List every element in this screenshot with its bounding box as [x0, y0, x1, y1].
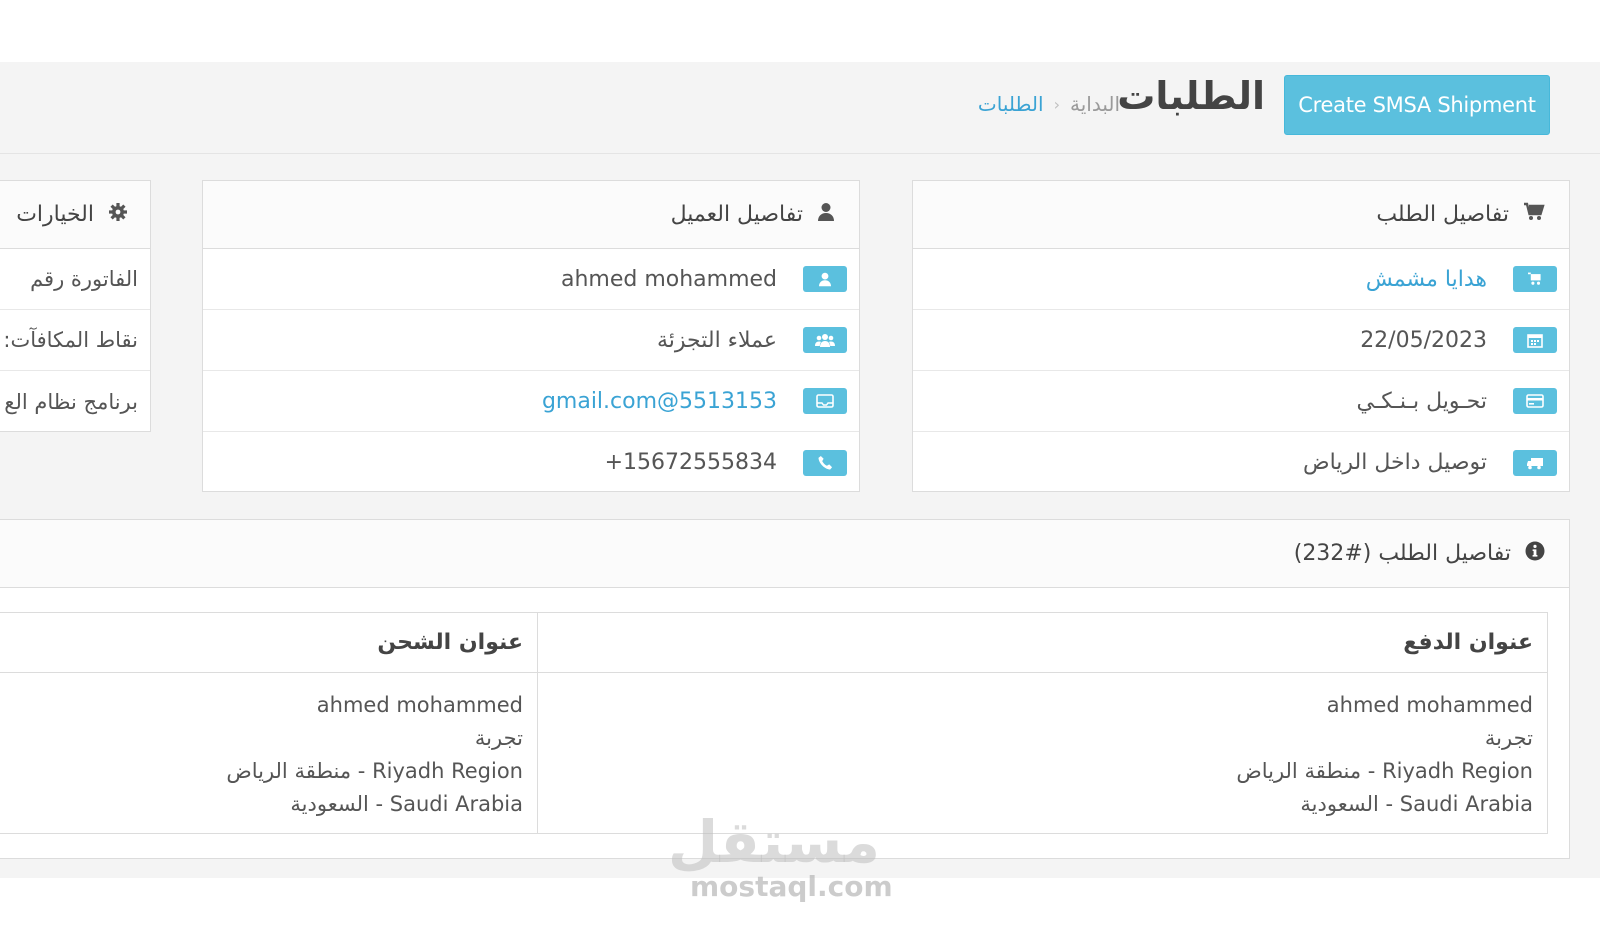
customer-info-panel-title: تفاصيل العميل: [670, 202, 803, 227]
cart-icon: [1523, 202, 1545, 227]
envelope-icon: [803, 388, 847, 414]
payment-address-line1: تجربة: [1484, 726, 1533, 750]
shipping-address-column: عنوان الشحن ahmed mohammed تجربة Riyadh …: [0, 613, 537, 833]
options-invoice-label: الفاتورة رقم: [30, 267, 138, 291]
customer-name-row: ahmed mohammed: [203, 249, 859, 310]
order-details-panel-title: تفاصيل الطلب (#232): [1293, 541, 1511, 566]
customer-phone-row: 15672555834+: [203, 432, 859, 493]
page-header: Create SMSA Shipment الطلبات البداية ‹ ا…: [0, 62, 1600, 154]
order-info-panel: تفاصيل الطلب هدايا مشمش 22/05/2023 تحـوي…: [912, 180, 1570, 492]
payment-address-body: ahmed mohammed تجربة Riyadh Region - منط…: [538, 673, 1547, 821]
info-icon: [1525, 541, 1545, 566]
page-title: الطلبات: [1117, 74, 1265, 118]
order-info-panel-heading: تفاصيل الطلب: [913, 181, 1569, 249]
shipping-address-heading: عنوان الشحن: [0, 613, 537, 673]
phone-icon: [803, 449, 847, 476]
shipping-address-line1: تجربة: [474, 726, 523, 750]
options-reward-points-row: نقاط المكافآت:: [0, 310, 150, 371]
order-payment-method: تحـويل بـنـكـي: [1356, 388, 1488, 414]
options-reward-points-label: نقاط المكافآت:: [3, 328, 138, 352]
order-shipping-method: توصيل داخل الرياض: [1302, 450, 1487, 475]
truck-icon: [1513, 449, 1557, 476]
breadcrumb-separator: ‹: [1053, 94, 1060, 114]
order-shipping-row: توصيل داخل الرياض: [913, 432, 1569, 493]
gear-icon: [108, 202, 128, 227]
credit-card-icon: [1513, 388, 1557, 414]
breadcrumb-orders-link[interactable]: الطلبات: [978, 92, 1044, 116]
customer-info-panel-heading: تفاصيل العميل: [203, 181, 859, 249]
options-affiliate-label: برنامج نظام الع: [4, 389, 138, 414]
watermark-logo: مستقل: [667, 808, 880, 876]
options-affiliate-row: برنامج نظام الع: [0, 371, 150, 431]
address-table: عنوان الدفع ahmed mohammed تجربة Riyadh …: [0, 612, 1548, 834]
calendar-icon: [1513, 327, 1557, 353]
user-icon: [817, 202, 835, 227]
customer-email-row: gmail.com@5513153: [203, 371, 859, 432]
breadcrumb-home-link[interactable]: البداية: [1070, 92, 1120, 116]
options-panel-title: الخيارات: [16, 202, 94, 227]
shipping-address-region: Riyadh Region - منطقة الرياض: [226, 759, 523, 783]
group-icon: [803, 327, 847, 353]
options-panel-heading: الخيارات: [0, 181, 150, 249]
user-icon: [803, 266, 847, 292]
order-store-row: هدايا مشمش: [913, 249, 1569, 310]
shipping-address-country: Saudi Arabia - السعودية: [290, 792, 523, 816]
payment-address-name: ahmed mohammed: [1326, 693, 1533, 717]
order-info-panel-title: تفاصيل الطلب: [1376, 202, 1509, 227]
order-details-panel-heading: تفاصيل الطلب (#232): [0, 520, 1569, 588]
customer-phone: 15672555834+: [604, 450, 777, 475]
customer-name: ahmed mohammed: [560, 266, 777, 292]
customer-group-row: عملاء التجزئة: [203, 310, 859, 371]
breadcrumb: البداية ‹ الطلبات: [978, 92, 1120, 116]
order-payment-row: تحـويل بـنـكـي: [913, 371, 1569, 432]
create-smsa-shipment-button[interactable]: Create SMSA Shipment: [1284, 75, 1550, 135]
shipping-address-name: ahmed mohammed: [316, 693, 523, 717]
customer-email-link[interactable]: gmail.com@5513153: [542, 389, 777, 414]
order-date-value: 22/05/2023: [1360, 327, 1487, 353]
cart-icon: [1513, 266, 1557, 292]
customer-group: عملاء التجزئة: [656, 327, 777, 353]
payment-address-heading: عنوان الدفع: [538, 613, 1547, 673]
options-panel: الخيارات الفاتورة رقم نقاط المكافآت: برن…: [0, 180, 151, 432]
options-invoice-row: الفاتورة رقم: [0, 249, 150, 310]
page-canvas: Create SMSA Shipment الطلبات البداية ‹ ا…: [0, 62, 1600, 878]
watermark-site: mostaql.com: [690, 870, 893, 903]
payment-address-region: Riyadh Region - منطقة الرياض: [1236, 759, 1533, 783]
payment-address-column: عنوان الدفع ahmed mohammed تجربة Riyadh …: [537, 613, 1547, 833]
order-store-link[interactable]: هدايا مشمش: [1366, 267, 1487, 292]
customer-info-panel: تفاصيل العميل ahmed mohammed عملاء التجز…: [202, 180, 860, 492]
shipping-address-body: ahmed mohammed تجربة Riyadh Region - منط…: [0, 673, 537, 821]
order-date-row: 22/05/2023: [913, 310, 1569, 371]
